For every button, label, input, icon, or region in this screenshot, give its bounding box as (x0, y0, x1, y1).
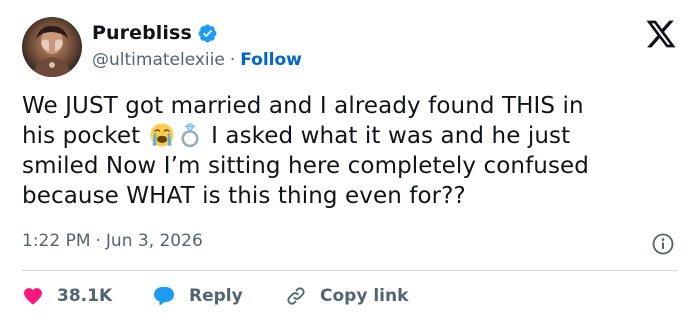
tweet-actions: 38.1K Reply Copy link (22, 283, 408, 309)
follow-button[interactable]: Follow (240, 50, 302, 70)
reply-bubble-icon (154, 287, 174, 306)
name-row: Purebliss (92, 20, 218, 46)
user-handle[interactable]: @ultimatelexiie (92, 50, 225, 70)
copy-link-button[interactable]: Copy link (285, 285, 408, 307)
info-icon[interactable] (651, 232, 675, 256)
tweet-line: smiled Now I’m sitting here completely c… (22, 153, 590, 179)
reply-label: Reply (189, 286, 243, 306)
link-icon (287, 287, 305, 305)
tweet-time: 1:22 PM (22, 231, 91, 251)
loudly-crying-face-emoji-icon (150, 123, 174, 147)
tweet-date: Jun 3, 2026 (105, 231, 203, 251)
tweet-line: because WHAT is this thing even for?? (22, 183, 466, 209)
x-logo-icon[interactable] (645, 19, 677, 49)
tweet-line-part: I asked what it was and he just (211, 123, 571, 149)
tweet-timestamp[interactable]: 1:22 PM · Jun 3, 2026 (22, 231, 203, 251)
copy-link-label: Copy link (320, 286, 409, 306)
separator-dot: · (229, 50, 236, 70)
handle-row: @ultimatelexiie · Follow (92, 49, 302, 71)
tweet-text: We JUST got married and I already found … (22, 91, 682, 211)
separator-dot: · (95, 231, 101, 251)
heart-icon (24, 288, 42, 305)
verified-badge-icon (198, 24, 217, 42)
tweet-line-part: his pocket (22, 123, 141, 149)
like-button[interactable]: 38.1K (22, 285, 152, 307)
divider (22, 270, 678, 271)
reply-button[interactable]: Reply (152, 284, 285, 308)
avatar[interactable] (22, 17, 82, 77)
tweet-line: We JUST got married and I already found … (22, 93, 584, 119)
ring-emoji-icon (181, 123, 199, 148)
display-name[interactable]: Purebliss (92, 22, 192, 44)
like-count: 38.1K (57, 286, 113, 306)
tweet-line-with-emoji: his pocket I asked what it was and he ju… (22, 121, 682, 151)
tweet-card: Purebliss @ultimatelexiie · Follow We JU… (0, 0, 700, 324)
